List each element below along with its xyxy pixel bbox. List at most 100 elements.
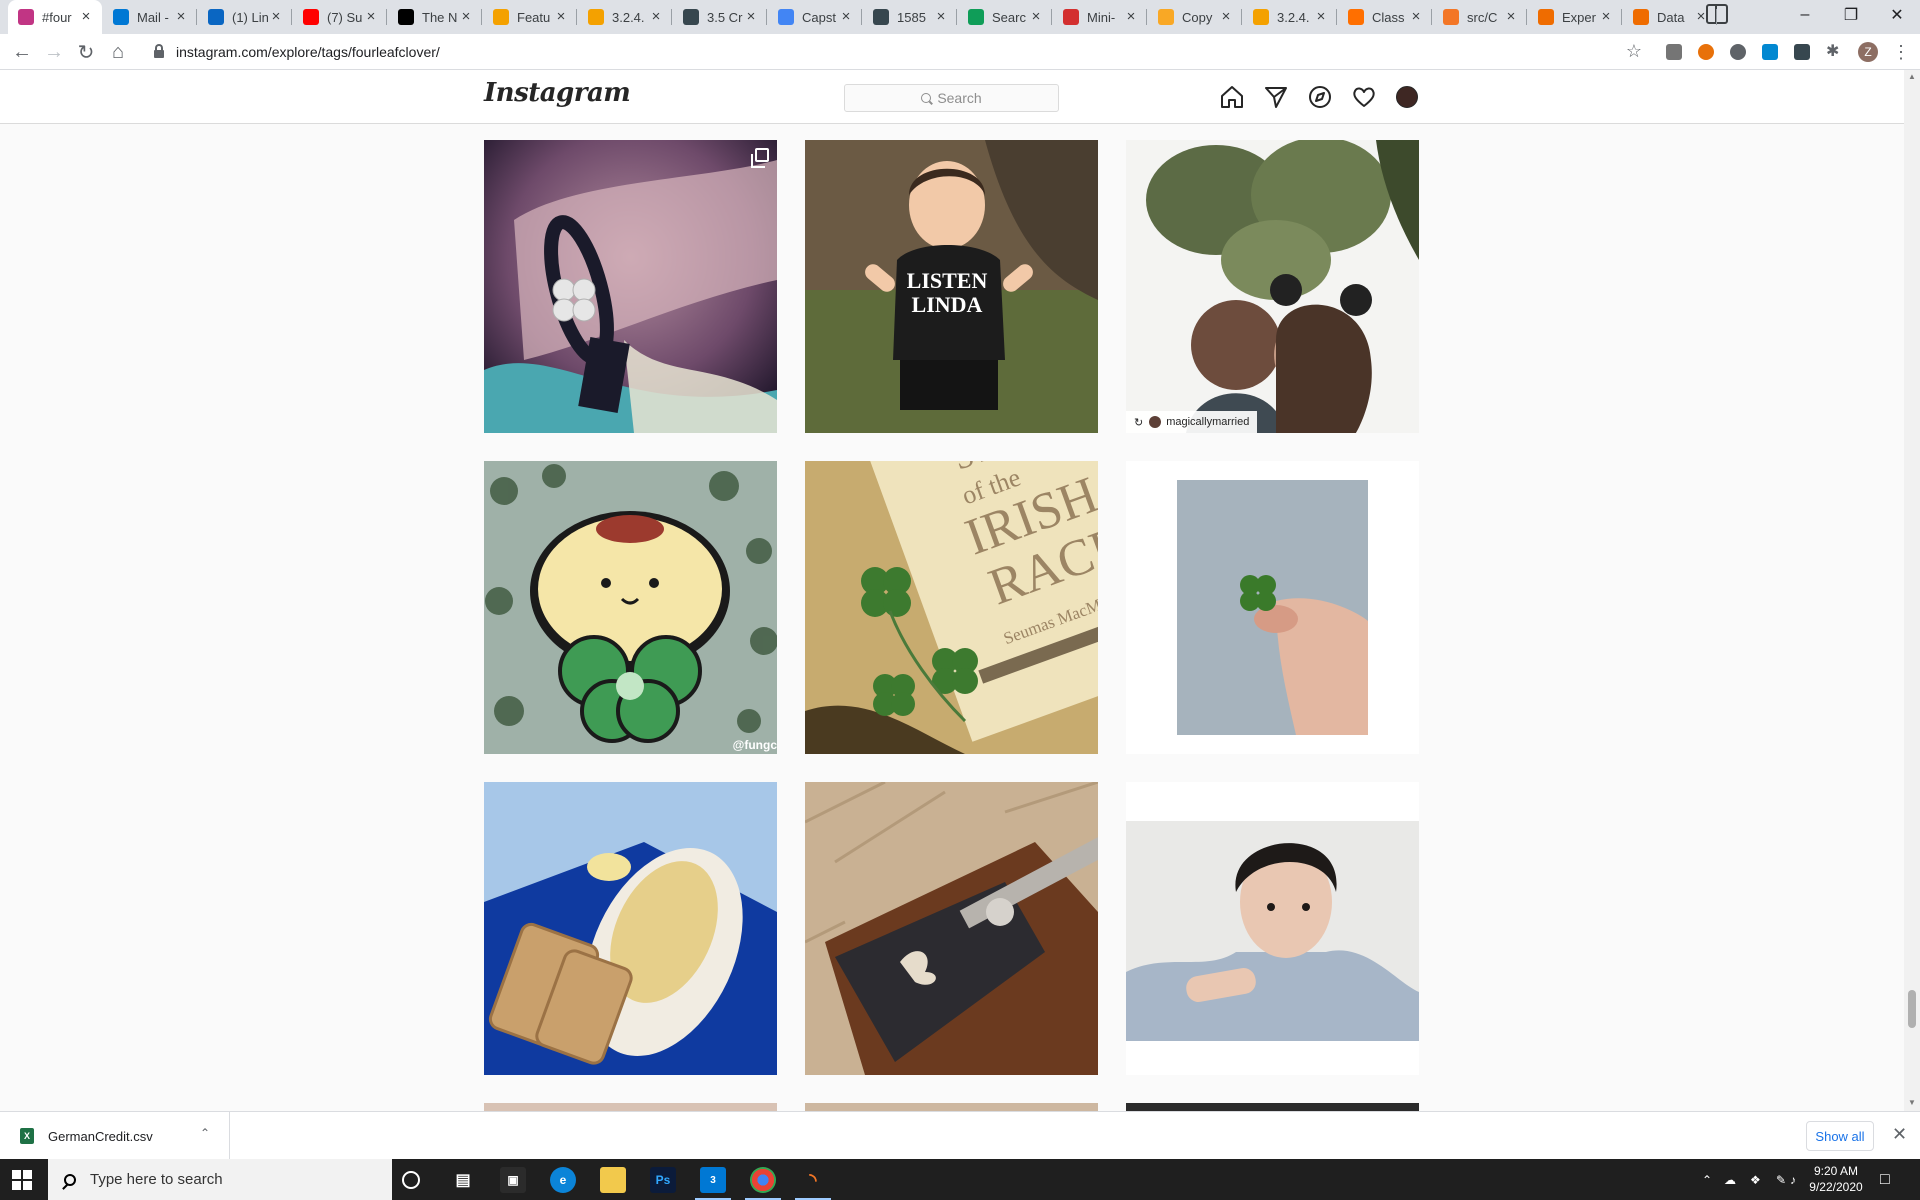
extension-g-icon[interactable] (1666, 44, 1682, 60)
post-bread-plate[interactable] (484, 782, 777, 1075)
browser-tab[interactable]: Class × (1338, 0, 1432, 34)
browser-tab[interactable]: The N × (388, 0, 482, 34)
download-item[interactable]: X GermanCredit.csv ⌃ (0, 1112, 230, 1160)
browser-tab[interactable]: 3.2.4. × (1243, 0, 1337, 34)
extension-orange-icon[interactable] (1698, 44, 1714, 60)
browser-tab[interactable]: 1585 × (863, 0, 957, 34)
photoshop-icon[interactable]: Ps (650, 1167, 676, 1193)
browser-tab[interactable]: Mini- × (1053, 0, 1147, 34)
tab-close-icon[interactable]: × (743, 9, 759, 25)
scroll-up-arrow-icon[interactable]: ▲ (1908, 72, 1916, 81)
post-bracelet[interactable] (484, 140, 777, 433)
post-hand-clover[interactable] (1126, 461, 1419, 754)
tab-close-icon[interactable]: × (1503, 9, 1519, 25)
taskbar-clock[interactable]: 9:20 AM 9/22/2020 (1806, 1163, 1866, 1195)
tab-close-icon[interactable]: × (1408, 9, 1424, 25)
notifications-icon[interactable]: □ (1880, 1159, 1890, 1200)
profile-avatar[interactable] (1396, 86, 1418, 108)
post-puppy-clover[interactable]: @fungc (484, 461, 777, 754)
file-explorer-icon[interactable] (600, 1167, 626, 1193)
post-portrait[interactable] (1126, 782, 1419, 1075)
tray-show-hidden-icon[interactable]: ⌃ (1702, 1159, 1712, 1200)
tab-close-icon[interactable]: × (553, 9, 569, 25)
jupyter-icon[interactable]: ◝ (800, 1167, 826, 1193)
taskbar-search-box[interactable]: Type here to search (48, 1159, 392, 1200)
url-text[interactable]: instagram.com/explore/tags/fourleafclove… (176, 44, 440, 60)
tab-close-icon[interactable]: × (268, 9, 284, 25)
browser-tab[interactable]: (7) Su × (293, 0, 387, 34)
tab-close-icon[interactable]: × (1313, 9, 1329, 25)
chevron-up-icon[interactable]: ⌃ (200, 1126, 210, 1140)
direct-message-icon[interactable] (1263, 84, 1289, 110)
reload-button[interactable]: ↻ (72, 38, 100, 66)
extensions-puzzle-icon[interactable]: ✱ (1826, 44, 1842, 60)
browser-tab[interactable]: Mail - × (103, 0, 197, 34)
post-partial[interactable] (805, 1103, 1098, 1111)
mail-icon[interactable]: 3 (700, 1167, 726, 1193)
home-icon[interactable] (1219, 84, 1245, 110)
extension-blue-icon[interactable] (1762, 44, 1778, 60)
tab-close-icon[interactable]: × (1693, 9, 1709, 25)
post-engraved-shotgun[interactable] (805, 782, 1098, 1075)
tab-close-icon[interactable]: × (838, 9, 854, 25)
home-button[interactable]: ⌂ (104, 38, 132, 66)
show-all-button[interactable]: Show all (1806, 1121, 1874, 1151)
tab-close-icon[interactable]: × (1123, 9, 1139, 25)
profile-avatar[interactable]: Z (1858, 42, 1878, 62)
chrome-icon[interactable] (750, 1167, 776, 1193)
browser-tab[interactable]: Capst × (768, 0, 862, 34)
scroll-down-arrow-icon[interactable]: ▼ (1908, 1098, 1916, 1107)
browser-tab[interactable]: 3.2.4. × (578, 0, 672, 34)
instagram-logo[interactable]: Instagram (484, 78, 631, 108)
pen-icon[interactable]: ✎ (1776, 1159, 1786, 1200)
volume-icon[interactable]: ♪ (1790, 1159, 1796, 1200)
browser-tab[interactable]: Searc × (958, 0, 1052, 34)
windows-start-icon[interactable] (12, 1170, 32, 1190)
tab-close-icon[interactable]: × (363, 9, 379, 25)
browser-tab[interactable]: #four × (8, 0, 102, 34)
onedrive-cloud-icon[interactable]: ☁ (1724, 1159, 1736, 1200)
extension-circle-icon[interactable] (1730, 44, 1746, 60)
tab-close-icon[interactable]: × (1598, 9, 1614, 25)
tab-close-icon[interactable]: × (1218, 9, 1234, 25)
page-scrollbar[interactable]: ▲ ▼ (1904, 70, 1920, 1111)
repost-tag[interactable]: ↻ magicallymarried (1126, 411, 1258, 433)
post-partial[interactable] (1126, 1103, 1419, 1111)
edge-icon[interactable]: e (550, 1167, 576, 1193)
browser-tab[interactable]: Copy × (1148, 0, 1242, 34)
cortana-icon[interactable] (402, 1171, 420, 1189)
browser-tab[interactable]: 3.5 Cr × (673, 0, 767, 34)
post-irish-book[interactable]: STORY of the IRISH RACE Seumas MacManus (805, 461, 1098, 754)
browser-tab[interactable]: Featu × (483, 0, 577, 34)
tab-close-icon[interactable]: × (933, 9, 949, 25)
browser-tab[interactable]: src/C × (1433, 0, 1527, 34)
back-button[interactable]: ← (8, 38, 36, 66)
explore-compass-icon[interactable] (1307, 84, 1333, 110)
task-view-icon[interactable]: ▤ (450, 1167, 476, 1193)
post-child-shirt[interactable]: LISTEN LINDA (805, 140, 1098, 433)
tab-close-icon[interactable]: × (1028, 9, 1044, 25)
close-download-bar-icon[interactable]: ✕ (1892, 1124, 1907, 1145)
browser-tab[interactable]: Data × (1623, 0, 1717, 34)
extension-dark-icon[interactable] (1794, 44, 1810, 60)
activity-heart-icon[interactable] (1351, 84, 1377, 110)
post-partial[interactable] (484, 1103, 777, 1111)
search-input[interactable]: Search (844, 84, 1059, 112)
dropbox-icon[interactable]: ❖ (1750, 1159, 1761, 1200)
bookmark-star-icon[interactable]: ☆ (1626, 41, 1642, 62)
minimize-button[interactable]: – (1782, 0, 1828, 30)
store-icon[interactable]: ▣ (500, 1167, 526, 1193)
forward-button[interactable]: → (40, 38, 68, 66)
browser-menu-icon[interactable]: ⋮ (1892, 42, 1910, 62)
restore-button[interactable]: ❐ (1828, 0, 1874, 30)
close-window-button[interactable]: ✕ (1874, 0, 1920, 30)
post-couple-clover[interactable]: ↻ magicallymarried (1126, 140, 1419, 433)
browser-tab[interactable]: (1) Lin × (198, 0, 292, 34)
tab-close-icon[interactable]: × (458, 9, 474, 25)
address-bar[interactable]: instagram.com/explore/tags/fourleafclove… (140, 38, 1656, 66)
tab-close-icon[interactable]: × (648, 9, 664, 25)
tab-close-icon[interactable]: × (173, 9, 189, 25)
browser-tab[interactable]: Exper × (1528, 0, 1622, 34)
tab-close-icon[interactable]: × (78, 9, 94, 25)
scrollbar-thumb[interactable] (1908, 990, 1916, 1028)
